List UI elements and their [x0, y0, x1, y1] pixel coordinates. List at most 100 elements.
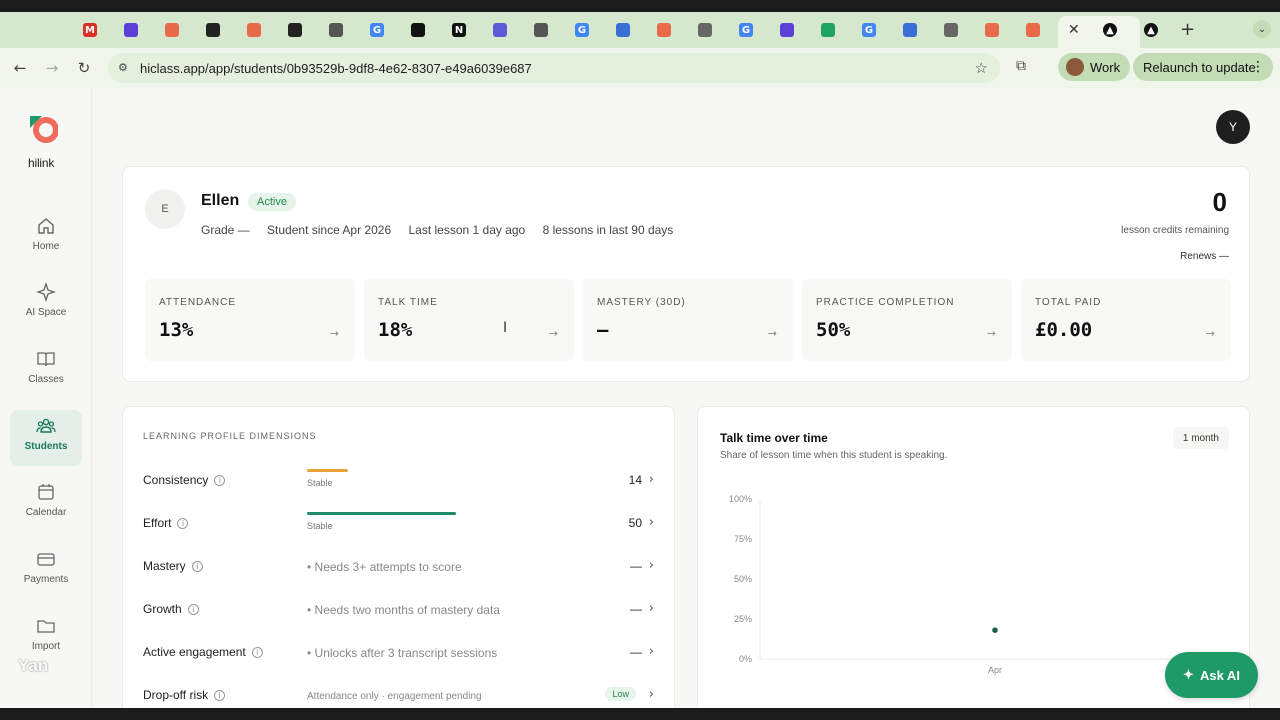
- tab[interactable]: [981, 20, 1003, 40]
- user-avatar[interactable]: Y: [1216, 110, 1250, 144]
- tab[interactable]: [202, 20, 224, 40]
- arrow-right-icon: →: [1205, 327, 1215, 340]
- tab[interactable]: [325, 20, 347, 40]
- github-icon: [534, 23, 548, 37]
- new-tab-icon[interactable]: +: [1180, 19, 1195, 40]
- metric-value: 50%: [816, 319, 851, 341]
- y-tick-label: 100%: [729, 494, 752, 504]
- tab[interactable]: [489, 20, 511, 40]
- tab[interactable]: [407, 20, 429, 40]
- ask-ai-button[interactable]: ✦ Ask AI: [1165, 652, 1258, 698]
- info-icon[interactable]: i: [214, 475, 226, 486]
- tab[interactable]: [899, 20, 921, 40]
- tab[interactable]: G: [366, 20, 388, 40]
- book-icon: [37, 352, 55, 367]
- metric-talk-time[interactable]: TALK TIME 18% →: [364, 279, 574, 361]
- app-icon: [903, 23, 917, 37]
- sidebar-item-students[interactable]: Students: [10, 410, 82, 466]
- profile-row-mastery[interactable]: Mastery i • Needs 3+ attempts to score — …: [123, 555, 676, 595]
- info-icon[interactable]: i: [214, 690, 226, 701]
- tab[interactable]: [284, 20, 306, 40]
- tab[interactable]: [243, 20, 265, 40]
- forward-icon[interactable]: →: [42, 58, 62, 78]
- metric-attendance[interactable]: ATTENDANCE 13% →: [145, 279, 355, 361]
- tab-search-icon[interactable]: ⌄: [1253, 20, 1271, 38]
- tab[interactable]: G: [735, 20, 757, 40]
- tab[interactable]: G: [858, 20, 880, 40]
- profile-row-growth[interactable]: Growth i • Needs two months of mastery da…: [123, 598, 676, 638]
- relaunch-button[interactable]: Relaunch to update ⋮: [1133, 53, 1273, 81]
- tab[interactable]: [530, 20, 552, 40]
- range-selector[interactable]: 1 month: [1172, 427, 1229, 449]
- profile-button[interactable]: Work: [1058, 53, 1131, 81]
- app-icon: [944, 23, 958, 37]
- dimension-bar-fill: [307, 512, 456, 515]
- profile-row-effort[interactable]: Effort i Stable 50 ›: [123, 512, 676, 552]
- metric-label: ATTENDANCE: [159, 297, 237, 308]
- dimension-bar-fill: [307, 469, 348, 472]
- dimension-note: • Needs 3+ attempts to score: [307, 560, 462, 574]
- tab[interactable]: [817, 20, 839, 40]
- credits-count: 0: [1212, 187, 1227, 217]
- tab[interactable]: [694, 20, 716, 40]
- sidebar-item-classes[interactable]: Classes: [10, 343, 82, 399]
- metric-value: £0.00: [1035, 319, 1093, 341]
- status-badge: Active: [248, 193, 296, 211]
- sidebar-item-payments[interactable]: Payments: [10, 543, 82, 599]
- tab[interactable]: [653, 20, 675, 40]
- more-menu-icon[interactable]: ⋮: [1251, 59, 1265, 75]
- credits-label: lesson credits remaining: [1121, 225, 1229, 236]
- sidebar-item-ai-space[interactable]: AI Space: [10, 276, 82, 332]
- calendar-icon: [38, 484, 54, 500]
- tab[interactable]: [940, 20, 962, 40]
- metric-value: 13%: [159, 319, 194, 341]
- logo[interactable]: hilink: [26, 116, 66, 176]
- student-grade: Grade —: [201, 223, 250, 237]
- student-name: Ellen: [201, 192, 240, 209]
- dimension-label: Mastery: [143, 559, 186, 573]
- tab[interactable]: [776, 20, 798, 40]
- tab[interactable]: [612, 20, 634, 40]
- tab[interactable]: G: [571, 20, 593, 40]
- tab[interactable]: [1022, 20, 1044, 40]
- info-icon[interactable]: i: [177, 518, 189, 529]
- chart-subtitle: Share of lesson time when this student i…: [720, 450, 948, 461]
- metric-value: —: [597, 319, 609, 341]
- profile-row-active-engagement[interactable]: Active engagement i • Unlocks after 3 tra…: [123, 641, 676, 681]
- metric-practice-completion[interactable]: PRACTICE COMPLETION 50% →: [802, 279, 1012, 361]
- folder-icon: [37, 620, 55, 633]
- ask-ai-label: Ask AI: [1199, 667, 1240, 683]
- tab[interactable]: [120, 20, 142, 40]
- sidebar-item-label: Import: [31, 641, 61, 652]
- sidebar-item-home[interactable]: Home: [10, 210, 82, 266]
- sidebar-item-calendar[interactable]: Calendar: [10, 476, 82, 532]
- student-since: Student since Apr 2026: [267, 223, 392, 237]
- app-icon: [247, 23, 261, 37]
- arrow-right-icon: →: [548, 327, 558, 340]
- info-icon[interactable]: i: [191, 561, 203, 572]
- reload-icon[interactable]: ↻: [74, 58, 94, 78]
- info-icon[interactable]: i: [187, 604, 199, 615]
- tab[interactable]: ▲: [1099, 20, 1121, 40]
- sidebar-item-label: Calendar: [25, 507, 67, 518]
- profile-avatar: [1066, 58, 1084, 76]
- tab[interactable]: ▲: [1140, 20, 1162, 40]
- profile-row-consistency[interactable]: Consistency i Stable 14 ›: [123, 469, 676, 509]
- profile-row-drop-off-risk[interactable]: Drop-off risk i Attendance only · engagem…: [123, 684, 676, 708]
- tab[interactable]: M: [79, 20, 101, 40]
- student-card: E Ellen Active Grade — Student since Apr…: [122, 166, 1250, 382]
- sidebar-item-label: Classes: [28, 374, 64, 385]
- metric-mastery[interactable]: MASTERY (30D) — →: [583, 279, 793, 361]
- back-icon[interactable]: ←: [10, 58, 30, 78]
- site-settings-icon[interactable]: ⚙: [118, 61, 132, 75]
- address-bar[interactable]: ⚙ hiclass.app/app/students/0b93529b-9df8…: [108, 53, 1000, 83]
- extensions-icon[interactable]: ⧉: [1016, 58, 1026, 74]
- tab[interactable]: N: [448, 20, 470, 40]
- info-icon[interactable]: i: [251, 647, 263, 658]
- chevron-right-icon: ›: [648, 601, 654, 616]
- tab[interactable]: [161, 20, 183, 40]
- bookmark-star-icon[interactable]: ☆: [975, 59, 988, 77]
- close-tab-icon[interactable]: ✕: [1068, 22, 1080, 38]
- metric-total-paid[interactable]: TOTAL PAID £0.00 →: [1021, 279, 1231, 361]
- app-icon: [165, 23, 179, 37]
